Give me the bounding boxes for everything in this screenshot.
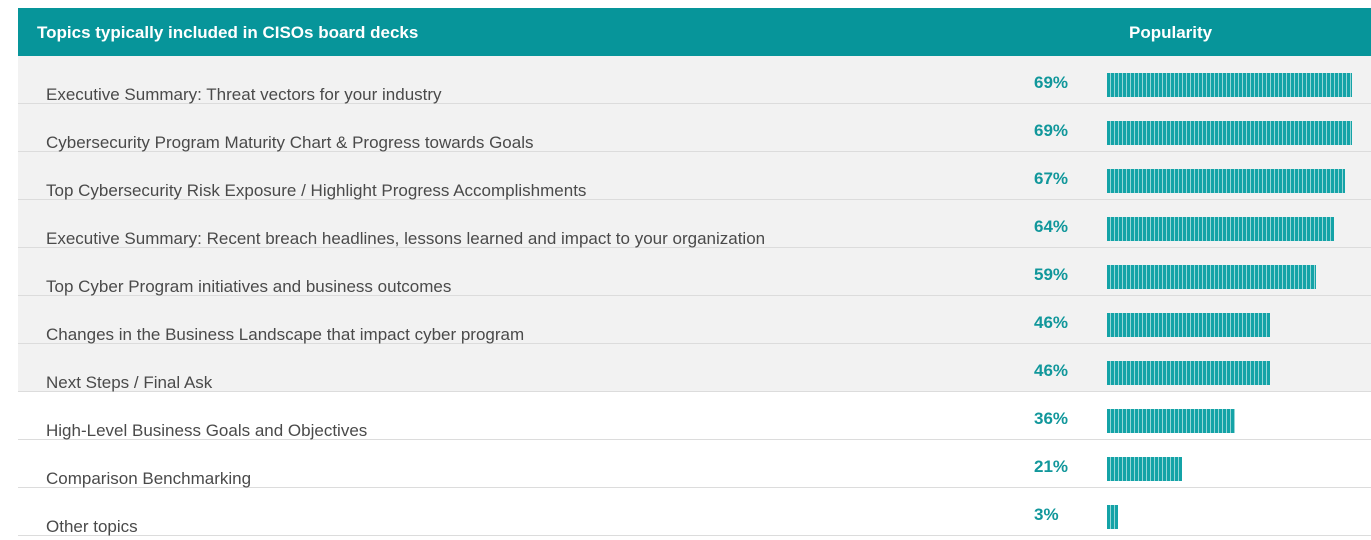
topics-table: Topics typically included in CISOs board… [18,8,1371,540]
topic-label: Cybersecurity Program Maturity Chart & P… [46,133,534,152]
table-row: Comparison Benchmarking 21% [18,440,1371,488]
table-row: Executive Summary: Recent breach headlin… [18,200,1371,248]
topic-label: Changes in the Business Landscape that i… [46,325,525,344]
popularity-bar [1107,217,1334,241]
popularity-bar [1107,265,1316,289]
topic-label: Other topics [46,517,138,536]
table-row: Top Cybersecurity Risk Exposure / Highli… [18,152,1371,200]
popularity-bar [1107,505,1118,529]
topic-label: Top Cybersecurity Risk Exposure / Highli… [46,181,587,200]
topic-label: Executive Summary: Recent breach headlin… [46,229,766,248]
popularity-percent: 21% [1034,457,1069,476]
popularity-percent: 36% [1034,409,1069,428]
popularity-bar [1107,457,1182,481]
popularity-percent: 3% [1034,505,1059,524]
popularity-percent: 46% [1034,313,1069,332]
popularity-percent: 46% [1034,361,1069,380]
popularity-percent: 59% [1034,265,1069,284]
table-row: Top Cyber Program initiatives and busine… [18,248,1371,296]
topic-label: High-Level Business Goals and Objectives [46,421,368,440]
table-row: Next Steps / Final Ask 46% [18,344,1371,392]
popularity-bar [1107,409,1235,433]
popularity-bar [1107,73,1352,97]
popularity-percent: 69% [1034,73,1069,92]
table-row: Cybersecurity Program Maturity Chart & P… [18,104,1371,152]
popularity-percent: 67% [1034,169,1069,188]
table-row: High-Level Business Goals and Objectives… [18,392,1371,440]
header-popularity: Popularity [1129,23,1213,42]
popularity-bar [1107,313,1270,337]
table-header: Topics typically included in CISOs board… [18,8,1371,56]
table-row: Other topics 3% [18,488,1371,536]
popularity-bar [1107,361,1270,385]
header-topics-title: Topics typically included in CISOs board… [37,23,419,42]
popularity-bar [1107,169,1345,193]
topic-label: Top Cyber Program initiatives and busine… [46,277,452,296]
popularity-bar [1107,121,1352,145]
topic-label: Executive Summary: Threat vectors for yo… [46,85,442,104]
topic-label: Comparison Benchmarking [46,469,252,488]
topic-label: Next Steps / Final Ask [46,373,213,392]
popularity-percent: 69% [1034,121,1069,140]
popularity-percent: 64% [1034,217,1069,236]
table-row: Changes in the Business Landscape that i… [18,296,1371,344]
table-row: Executive Summary: Threat vectors for yo… [18,56,1371,104]
